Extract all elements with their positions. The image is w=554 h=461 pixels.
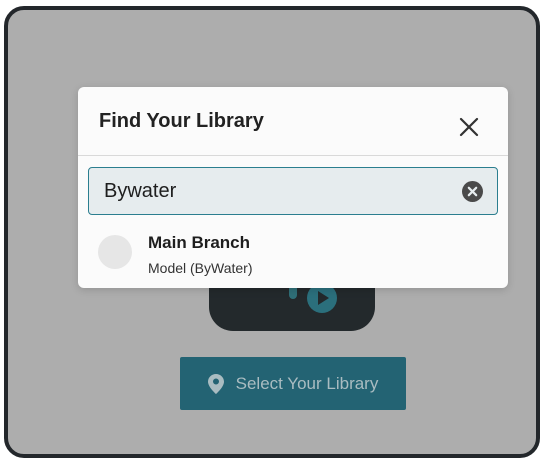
library-result-item[interactable]: Main Branch Model (ByWater): [78, 227, 508, 283]
library-name: Main Branch: [148, 233, 251, 252]
map-pin-icon: [207, 373, 224, 394]
close-icon[interactable]: [459, 117, 479, 137]
select-library-button[interactable]: Select Your Library: [180, 357, 406, 410]
clear-circle-icon[interactable]: [462, 181, 483, 202]
dialog-divider: [78, 155, 508, 156]
search-input[interactable]: [104, 168, 444, 214]
select-library-label: Select Your Library: [235, 373, 379, 393]
search-field: [88, 167, 498, 215]
find-library-dialog: Find Your Library Main Branch Model (ByW…: [78, 87, 508, 288]
device-frame: Select Your Library Find Your Library Ma…: [4, 6, 540, 458]
dialog-title: Find Your Library: [99, 110, 264, 132]
library-avatar: [98, 235, 132, 269]
library-subtitle: Model (ByWater): [148, 260, 253, 276]
